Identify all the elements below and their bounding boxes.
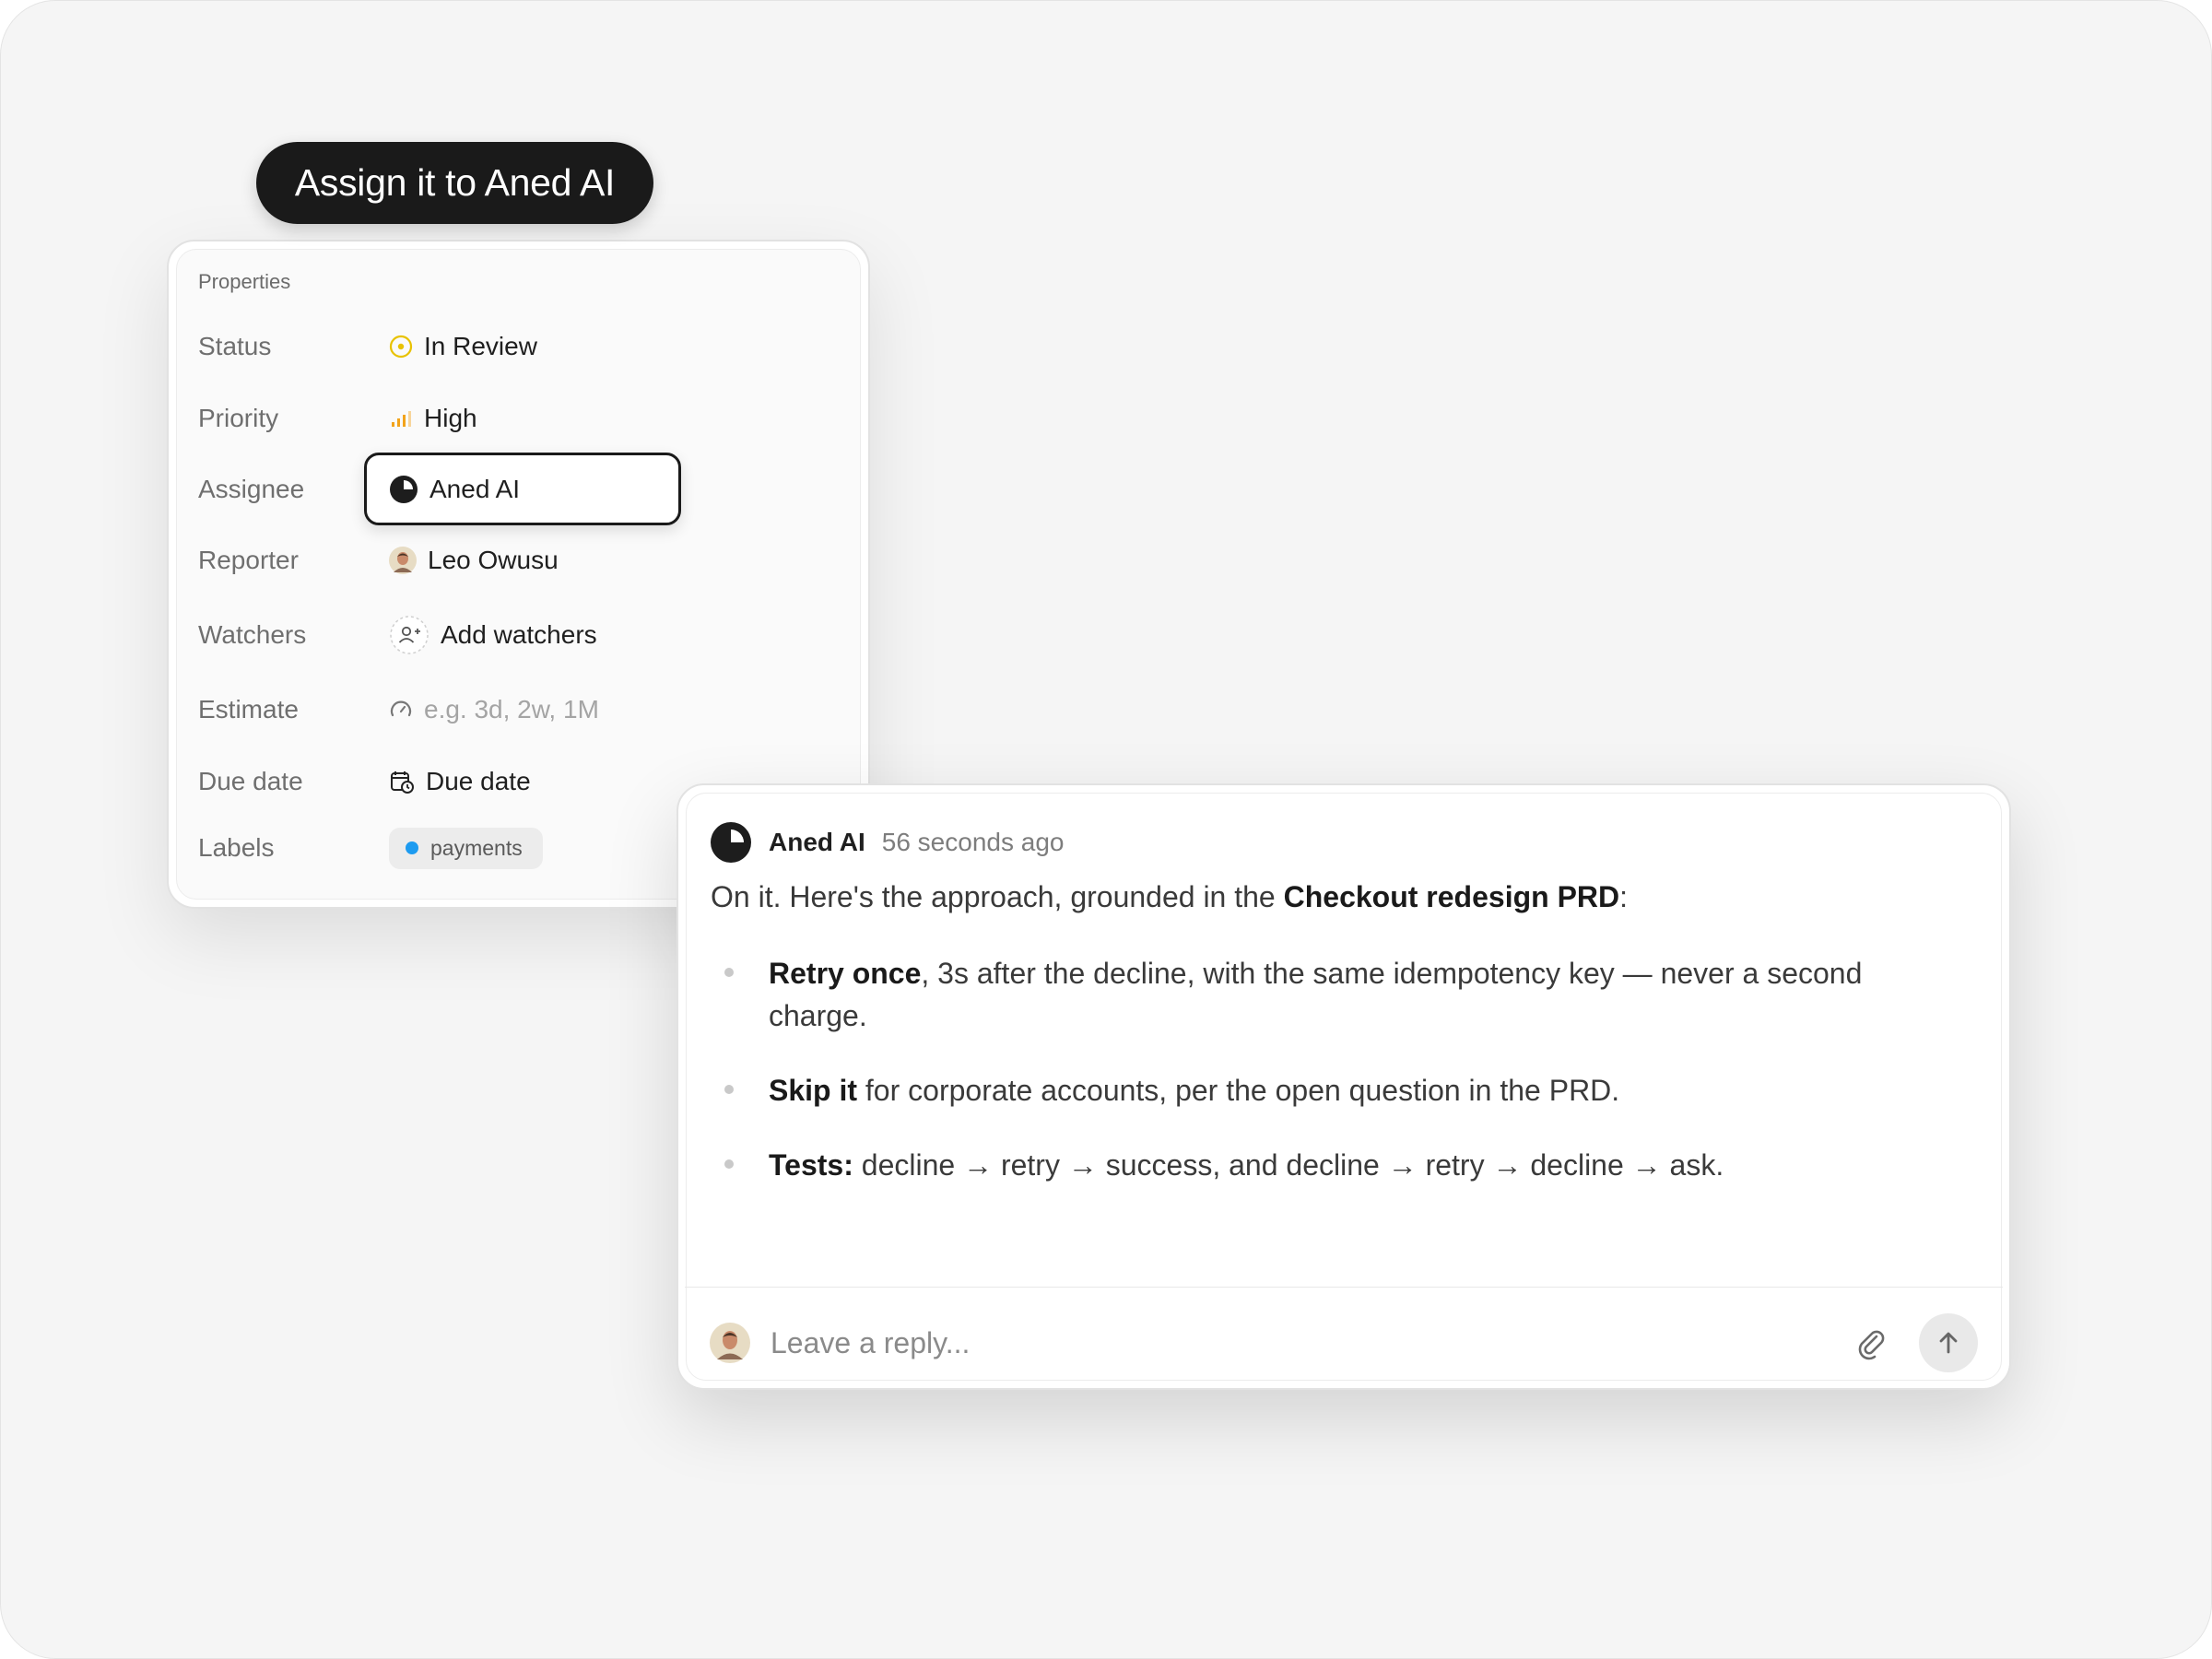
reply-bar — [710, 1313, 1978, 1372]
comment-intro: On it. Here's the approach, grounded in … — [711, 880, 1628, 914]
status-row[interactable]: Status In Review — [198, 324, 537, 370]
status-value: In Review — [424, 332, 537, 360]
aned-ai-logo-icon — [389, 475, 418, 504]
bullet-text: decline → retry → success, and decline →… — [853, 1148, 1724, 1182]
reporter-label: Reporter — [198, 546, 299, 574]
assignee-row[interactable]: Assignee Aned AI — [198, 466, 520, 512]
priority-row[interactable]: Priority High — [198, 395, 477, 441]
estimate-input[interactable]: e.g. 3d, 2w, 1M — [424, 695, 599, 724]
due-date-value: Due date — [426, 767, 531, 795]
paperclip-icon[interactable] — [1851, 1323, 1891, 1363]
priority-value: High — [424, 404, 477, 432]
assignee-value: Aned AI — [429, 475, 521, 503]
assignee-label: Assignee — [198, 475, 305, 503]
label-chip-text: payments — [430, 835, 523, 860]
due-date-label: Due date — [198, 767, 303, 795]
aned-ai-logo-icon — [710, 821, 752, 864]
intro-doc-link[interactable]: Checkout redesign PRD — [1284, 880, 1620, 913]
send-button[interactable] — [1919, 1313, 1978, 1372]
comment-timestamp: 56 seconds ago — [881, 828, 1065, 856]
due-date-row[interactable]: Due date Due date — [198, 759, 531, 805]
list-item: Tests: decline → retry → success, and de… — [769, 1144, 1967, 1186]
arrow-up-icon — [1935, 1329, 1962, 1357]
list-item: Retry once, 3s after the decline, with t… — [769, 952, 1967, 1037]
in-review-circle-icon — [389, 335, 413, 359]
bullet-text: for corporate accounts, per the open que… — [857, 1074, 1620, 1107]
reply-input[interactable] — [769, 1324, 1851, 1361]
properties-title: Properties — [198, 270, 291, 293]
add-user-icon — [389, 615, 429, 655]
status-label: Status — [198, 332, 272, 360]
watchers-value: Add watchers — [441, 620, 597, 649]
watchers-label: Watchers — [198, 620, 307, 649]
bullet-text: , 3s after the decline, with the same id… — [769, 957, 1863, 1032]
priority-label: Priority — [198, 404, 279, 432]
labels-label: Labels — [198, 833, 275, 862]
estimate-label: Estimate — [198, 695, 299, 724]
comment-author[interactable]: Aned AI — [769, 828, 865, 857]
label-color-dot — [406, 841, 418, 854]
assign-action-pill[interactable]: Assign it to Aned AI — [256, 142, 653, 224]
bullet-bold: Retry once — [769, 957, 922, 990]
bullet-dot — [724, 968, 734, 977]
reply-divider — [685, 1287, 2003, 1288]
gauge-icon — [389, 698, 413, 722]
avatar — [389, 547, 417, 574]
labels-row[interactable]: Labels payments — [198, 825, 543, 871]
intro-punct: : — [1619, 880, 1629, 913]
signal-bars-icon — [389, 406, 413, 430]
list-item: Skip it for corporate accounts, per the … — [769, 1069, 1967, 1112]
bullet-bold: Skip it — [769, 1074, 858, 1107]
label-chip-payments[interactable]: payments — [389, 827, 543, 869]
estimate-row[interactable]: Estimate e.g. 3d, 2w, 1M — [198, 687, 599, 733]
comment-header: Aned AI 56 seconds ago — [710, 821, 1064, 864]
bullet-dot — [724, 1159, 734, 1169]
bullet-bold: Tests: — [769, 1148, 853, 1182]
avatar — [710, 1323, 750, 1363]
reporter-value: Leo Owusu — [428, 546, 559, 574]
calendar-clock-icon — [389, 769, 415, 794]
intro-text: On it. Here's the approach, grounded in … — [711, 880, 1284, 913]
watchers-row[interactable]: Watchers Add watchers — [198, 612, 597, 658]
reporter-row[interactable]: Reporter Leo Owusu — [198, 537, 559, 583]
bullet-dot — [724, 1085, 734, 1094]
